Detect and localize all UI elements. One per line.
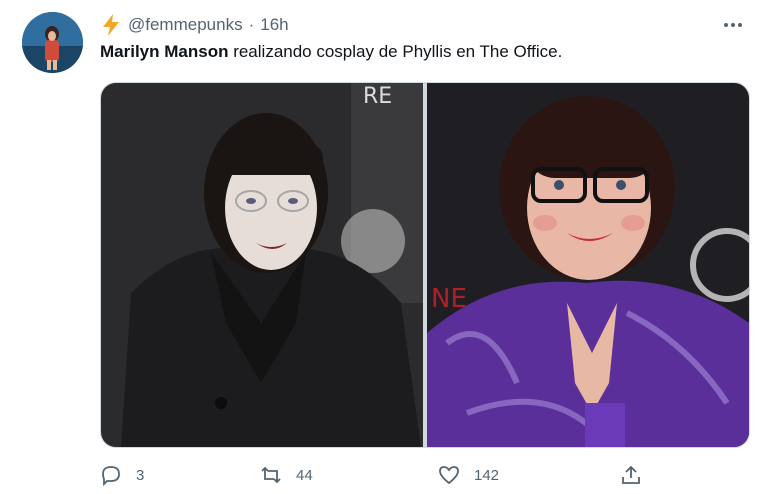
tweet-time[interactable]: 16h: [260, 15, 288, 35]
share-icon: [622, 465, 640, 484]
header-separator: ·: [248, 15, 255, 34]
reply-icon: [102, 466, 120, 486]
lightning-bolt-icon: [100, 13, 122, 37]
like-button[interactable]: 142: [438, 458, 499, 492]
share-button[interactable]: [620, 458, 642, 492]
reply-button[interactable]: 3: [100, 458, 144, 492]
tweet-text-rest: realizando cosplay de Phyllis en The Off…: [228, 42, 563, 61]
svg-text:RE: RE: [363, 84, 392, 109]
tweet-actions: 3 44 142: [100, 458, 660, 492]
retweet-icon: [261, 466, 281, 484]
more-dots-icon[interactable]: [720, 12, 746, 38]
tweet[interactable]: @femmepunks · 16h Marilyn Manson realiza…: [0, 0, 768, 494]
retweet-count: 44: [296, 466, 313, 484]
tweet-text: Marilyn Manson realizando cosplay de Phy…: [100, 42, 562, 62]
like-count: 142: [474, 466, 500, 484]
tweet-media[interactable]: RE NE: [100, 82, 750, 448]
photo-right[interactable]: NE: [427, 83, 749, 447]
reply-count: 3: [136, 466, 145, 484]
retweet-button[interactable]: 44: [260, 458, 313, 492]
avatar[interactable]: [22, 12, 83, 73]
heart-icon: [439, 466, 459, 485]
photo-left[interactable]: RE: [101, 83, 423, 447]
tweet-display-name[interactable]: Marilyn Manson: [100, 42, 228, 61]
tweet-header: @femmepunks · 16h: [100, 12, 289, 38]
tweet-handle[interactable]: @femmepunks: [128, 15, 243, 35]
